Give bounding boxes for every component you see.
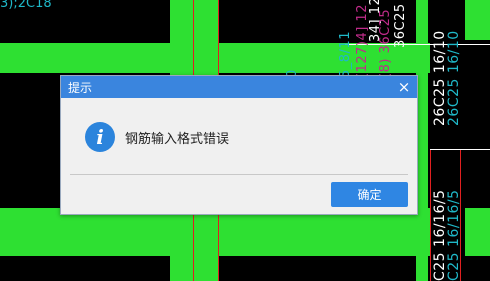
ok-button[interactable]: 确定 bbox=[331, 182, 408, 207]
rebar-annotation: 36C25 bbox=[393, 3, 408, 48]
axis-line bbox=[430, 150, 431, 281]
grid-line bbox=[430, 149, 490, 150]
rebar-annotation: C25 16/16/5 bbox=[446, 189, 462, 281]
alert-dialog: 提示 × i 钢筋输入格式错误 确定 bbox=[60, 75, 418, 215]
rebar-annotation: 26C25 16/10 bbox=[446, 30, 462, 126]
rebar-annotation: 5_8/11 bbox=[338, 31, 353, 78]
dialog-titlebar[interactable]: 提示 × bbox=[61, 76, 417, 98]
rebar-annotation: (8) 36C25 bbox=[378, 8, 393, 78]
beam-horizontal bbox=[465, 208, 490, 256]
rebar-annotation: 3);2C18 bbox=[0, 0, 52, 11]
dialog-message: 钢筋输入格式错误 bbox=[125, 132, 230, 147]
column-vertical bbox=[465, 0, 490, 40]
dialog-title: 提示 bbox=[68, 81, 93, 95]
close-icon[interactable]: × bbox=[395, 77, 413, 97]
info-icon: i bbox=[85, 122, 115, 152]
dialog-divider bbox=[70, 174, 408, 175]
